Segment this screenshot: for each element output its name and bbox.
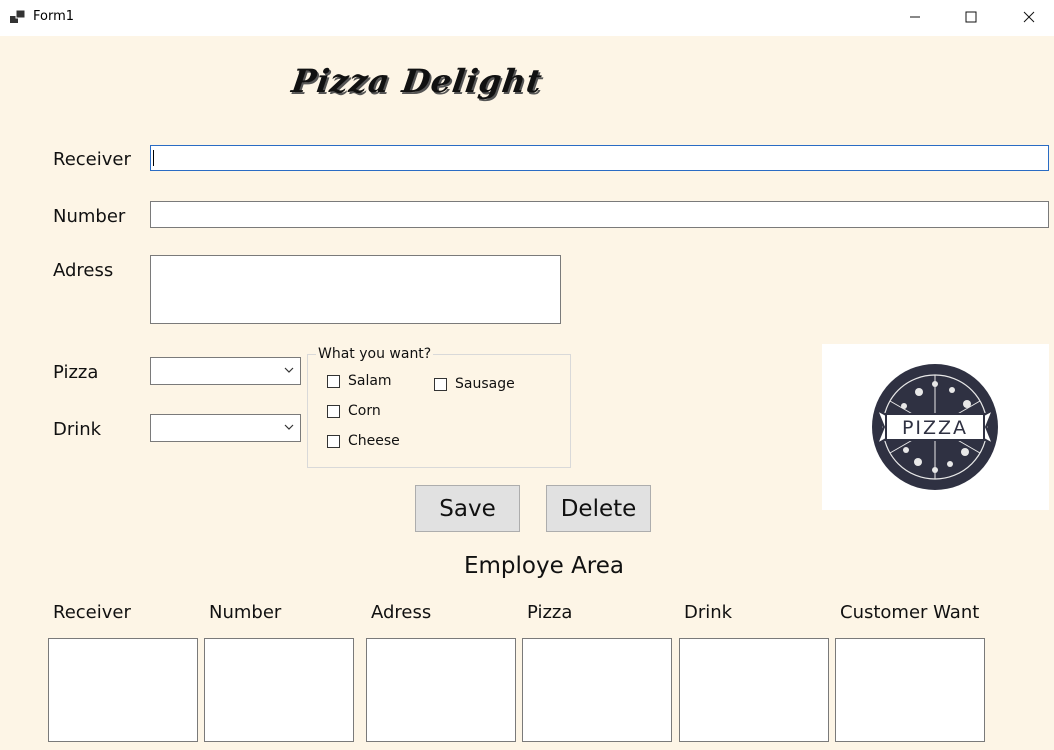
maximize-button[interactable]	[948, 0, 994, 34]
delete-button[interactable]: Delete	[546, 485, 651, 532]
checkbox-label: Cheese	[348, 433, 400, 449]
number-input[interactable]	[150, 201, 1049, 228]
checkbox-box[interactable]	[327, 434, 340, 448]
minimize-icon	[910, 16, 920, 18]
text-caret	[153, 150, 154, 166]
checkbox-label: Sausage	[455, 376, 515, 392]
drink-select[interactable]	[150, 414, 301, 442]
pizza-label: Pizza	[53, 362, 99, 383]
drink-listbox[interactable]	[679, 638, 829, 742]
checkbox-box[interactable]	[327, 404, 340, 418]
page-title: Pizza Delight	[289, 62, 545, 100]
chevron-down-icon	[284, 367, 294, 373]
checkbox-salam[interactable]: Salam	[327, 373, 392, 389]
logo-text: PIZZA	[902, 417, 968, 439]
save-button[interactable]: Save	[415, 485, 520, 532]
column-label-address: Adress	[371, 602, 432, 623]
column-label-number: Number	[209, 602, 282, 623]
column-label-drink: Drink	[684, 602, 733, 623]
drink-label: Drink	[53, 419, 102, 440]
app-icon	[10, 10, 26, 23]
receiver-input[interactable]	[150, 145, 1049, 171]
checkbox-label: Salam	[348, 373, 392, 389]
close-icon	[1023, 11, 1035, 23]
address-textarea[interactable]	[150, 255, 561, 324]
checkbox-cheese[interactable]: Cheese	[327, 433, 400, 449]
close-button[interactable]	[1006, 0, 1052, 34]
pizza-listbox[interactable]	[522, 638, 672, 742]
checkbox-box[interactable]	[434, 377, 447, 391]
maximize-icon	[965, 11, 977, 23]
column-label-customer-want: Customer Want	[840, 602, 980, 623]
number-label: Number	[53, 206, 126, 227]
number-listbox[interactable]	[204, 638, 354, 742]
checkbox-label: Corn	[348, 403, 381, 419]
customer-want-listbox[interactable]	[835, 638, 985, 742]
pizza-select[interactable]	[150, 357, 301, 385]
employee-area-title: Employe Area	[464, 553, 625, 579]
checkbox-corn[interactable]: Corn	[327, 403, 381, 419]
minimize-button[interactable]	[892, 0, 938, 34]
address-label: Adress	[53, 260, 114, 281]
address-listbox[interactable]	[366, 638, 516, 742]
receiver-listbox[interactable]	[48, 638, 198, 742]
title-bar: Form1	[0, 0, 1054, 36]
column-label-pizza: Pizza	[527, 602, 573, 623]
checkbox-box[interactable]	[327, 374, 340, 388]
column-label-receiver: Receiver	[53, 602, 131, 623]
options-caption: What you want?	[316, 346, 434, 362]
pizza-logo-picture: PIZZA	[822, 344, 1049, 510]
window-title: Form1	[33, 9, 75, 24]
chevron-down-icon	[284, 424, 294, 430]
pizza-logo-icon: PIZZA	[872, 364, 998, 490]
checkbox-sausage[interactable]: Sausage	[434, 376, 515, 392]
receiver-label: Receiver	[53, 149, 131, 170]
